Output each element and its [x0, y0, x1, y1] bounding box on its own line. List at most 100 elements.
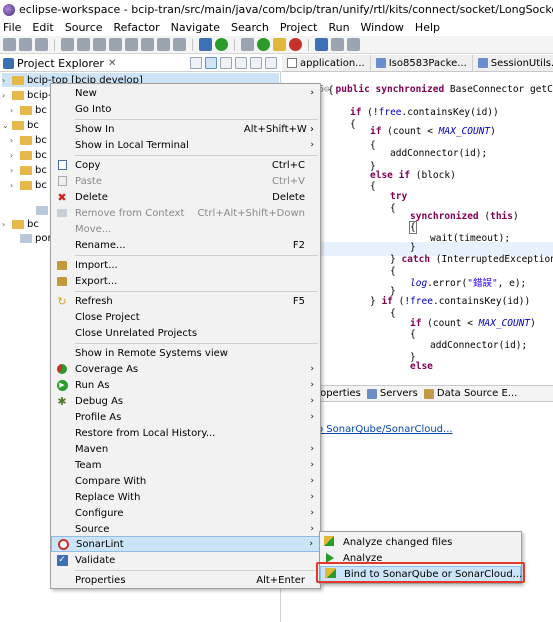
- menu-project[interactable]: Project: [280, 21, 318, 34]
- menu-item-new[interactable]: New ›: [51, 85, 320, 101]
- menu-run[interactable]: Run: [328, 21, 349, 34]
- expand-arrow-icon[interactable]: ›: [10, 181, 18, 190]
- collapse-arrow-icon[interactable]: ⌄: [2, 121, 10, 130]
- tree-item[interactable]: › bc: [10, 133, 47, 147]
- menu-edit[interactable]: Edit: [32, 21, 53, 34]
- expand-arrow-icon[interactable]: ›: [2, 220, 10, 229]
- menu-help[interactable]: Help: [415, 21, 440, 34]
- editor-tab[interactable]: application...: [282, 54, 371, 72]
- menu-item-configure[interactable]: Configure ›: [51, 505, 320, 521]
- tab-data-source-explorer[interactable]: Data Source E...: [423, 388, 517, 399]
- resume-icon[interactable]: [77, 38, 90, 51]
- tab-servers[interactable]: Servers: [366, 388, 418, 399]
- project-explorer-tab[interactable]: Project Explorer ✕: [0, 55, 281, 72]
- menu-item-go-into[interactable]: Go Into: [51, 101, 320, 117]
- menu-item-analyze-changed-files[interactable]: Analyze changed files: [320, 534, 521, 550]
- view-menu-icon[interactable]: [235, 57, 247, 69]
- editor-tab[interactable]: Iso8583Packe...: [371, 54, 473, 72]
- menu-item-export[interactable]: Export...: [51, 273, 320, 289]
- menu-item-run-as[interactable]: ▶ Run As ›: [51, 377, 320, 393]
- menu-source[interactable]: Source: [65, 21, 103, 34]
- menu-item-profile-as[interactable]: Profile As ›: [51, 409, 320, 425]
- code-line: {: [350, 119, 356, 133]
- minimize-icon[interactable]: [250, 57, 262, 69]
- maximize-icon[interactable]: [265, 57, 277, 69]
- menu-item-rename[interactable]: Rename... F2: [51, 237, 320, 253]
- step-into-icon[interactable]: [141, 38, 154, 51]
- tree-item[interactable]: › bcip-: [2, 88, 52, 102]
- menu-item-close-unrelated-projects[interactable]: Close Unrelated Projects: [51, 325, 320, 341]
- menu-refactor[interactable]: Refactor: [114, 21, 160, 34]
- expand-arrow-icon[interactable]: ›: [2, 76, 10, 85]
- step-return-icon[interactable]: [173, 38, 186, 51]
- tree-item[interactable]: ⌄ bc: [2, 118, 39, 132]
- menu-item-delete[interactable]: ✖ Delete Delete: [51, 189, 320, 205]
- filter-icon[interactable]: [220, 57, 232, 69]
- run-icon[interactable]: [257, 38, 270, 51]
- menu-item-paste[interactable]: Paste Ctrl+V: [51, 173, 320, 189]
- bind-sonarqube-link[interactable]: o SonarQube/SonarCloud...: [317, 424, 453, 435]
- collapse-all-icon[interactable]: [190, 57, 202, 69]
- menu-item-debug-as[interactable]: ✱ Debug As ›: [51, 393, 320, 409]
- expand-arrow-icon[interactable]: ›: [10, 106, 18, 115]
- code-editor[interactable]: 195⊖ public synchronized BaseConnector g…: [282, 72, 553, 372]
- menu-item-refresh[interactable]: ↻ Refresh F5: [51, 293, 320, 309]
- menu-item-remove-from-context[interactable]: Remove from Context Ctrl+Alt+Shift+Down: [51, 205, 320, 221]
- terminal-icon[interactable]: [199, 38, 212, 51]
- submenu-arrow-icon: ›: [310, 508, 314, 518]
- tree-item[interactable]: › bc: [10, 178, 47, 192]
- expand-arrow-icon[interactable]: ›: [10, 151, 18, 160]
- server-icon[interactable]: [215, 38, 228, 51]
- menu-item-coverage-as[interactable]: Coverage As ›: [51, 361, 320, 377]
- tree-item[interactable]: › bc: [10, 148, 47, 162]
- terminate-icon[interactable]: [109, 38, 122, 51]
- menu-window[interactable]: Window: [361, 21, 404, 34]
- menu-file[interactable]: File: [3, 21, 21, 34]
- menu-item-close-project[interactable]: Close Project: [51, 309, 320, 325]
- code-token: free: [410, 296, 433, 307]
- expand-arrow-icon[interactable]: ›: [2, 91, 10, 100]
- menu-item-sonarlint[interactable]: SonarLint ›: [51, 536, 320, 552]
- tree-item[interactable]: › bc: [10, 103, 47, 117]
- tree-item-label: bc: [27, 119, 39, 131]
- menu-item-source[interactable]: Source ›: [51, 521, 320, 537]
- save-icon[interactable]: [19, 38, 32, 51]
- menu-navigate[interactable]: Navigate: [171, 21, 220, 34]
- menu-search[interactable]: Search: [231, 21, 269, 34]
- menu-item-team[interactable]: Team ›: [51, 457, 320, 473]
- menu-item-properties[interactable]: Properties Alt+Enter: [51, 572, 320, 588]
- step-over-icon[interactable]: [157, 38, 170, 51]
- new-java-class-icon[interactable]: [315, 38, 328, 51]
- menu-item-validate[interactable]: ✓ Validate: [51, 552, 320, 568]
- menu-item-show-in-local-terminal[interactable]: Show in Local Terminal ›: [51, 137, 320, 153]
- menu-item-restore-from-local-history[interactable]: Restore from Local History...: [51, 425, 320, 441]
- menu-item-show-in-remote-systems-view[interactable]: Show in Remote Systems view: [51, 345, 320, 361]
- menu-item-move[interactable]: Move...: [51, 221, 320, 237]
- save-all-icon[interactable]: [35, 38, 48, 51]
- menu-item-compare-with[interactable]: Compare With ›: [51, 473, 320, 489]
- close-icon[interactable]: ✕: [108, 58, 116, 69]
- open-type-icon[interactable]: [331, 38, 344, 51]
- coverage-icon[interactable]: [273, 38, 286, 51]
- debug-icon[interactable]: [241, 38, 254, 51]
- menu-item-shortcut: Alt+Shift+W ›: [243, 123, 314, 135]
- code-token: {: [370, 140, 376, 151]
- code-token: }: [410, 242, 416, 253]
- skip-breakpoints-icon[interactable]: [61, 38, 74, 51]
- link-with-editor-icon[interactable]: [205, 57, 217, 69]
- tree-item[interactable]: › bc: [2, 217, 39, 231]
- menu-item-show-in[interactable]: Show In Alt+Shift+W ›: [51, 121, 320, 137]
- menu-item-maven[interactable]: Maven ›: [51, 441, 320, 457]
- menu-item-copy[interactable]: Copy Ctrl+C: [51, 157, 320, 173]
- search-icon[interactable]: [347, 38, 360, 51]
- tree-item[interactable]: › bc: [10, 163, 47, 177]
- editor-tab[interactable]: SessionUtils...: [473, 55, 553, 72]
- disconnect-icon[interactable]: [125, 38, 138, 51]
- expand-arrow-icon[interactable]: ›: [10, 136, 18, 145]
- external-tools-icon[interactable]: [289, 38, 302, 51]
- new-icon[interactable]: [3, 38, 16, 51]
- menu-item-import[interactable]: Import...: [51, 257, 320, 273]
- suspend-icon[interactable]: [93, 38, 106, 51]
- menu-item-replace-with[interactable]: Replace With ›: [51, 489, 320, 505]
- expand-arrow-icon[interactable]: ›: [10, 166, 18, 175]
